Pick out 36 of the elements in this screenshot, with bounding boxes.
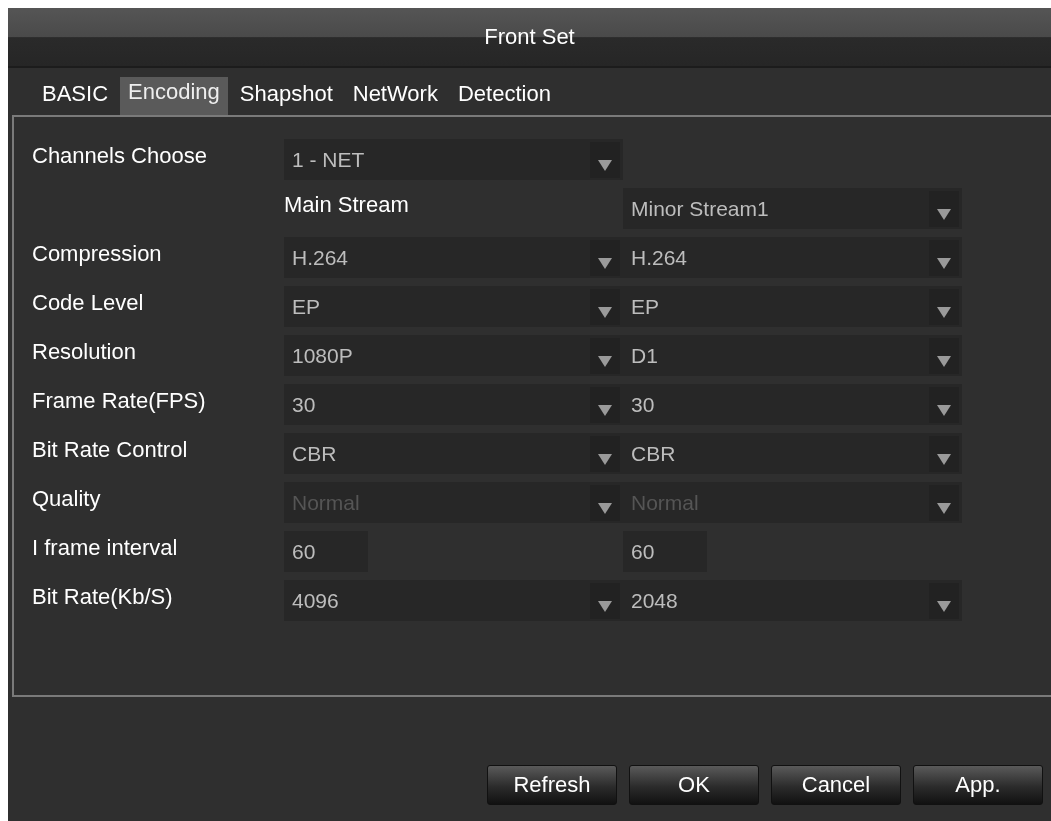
- dropdown[interactable]: CBR: [284, 433, 623, 474]
- dropdown[interactable]: CBR: [623, 433, 962, 474]
- dropdown[interactable]: H.264: [284, 237, 623, 278]
- dropdown[interactable]: 30: [284, 384, 623, 425]
- tab[interactable]: Shapshot: [231, 77, 341, 115]
- dialog-button[interactable]: Cancel: [771, 765, 901, 805]
- input-field[interactable]: 60: [623, 531, 707, 572]
- field-label: Quality: [32, 485, 102, 513]
- tab[interactable]: Detection: [449, 77, 559, 115]
- dialog-button[interactable]: App.: [913, 765, 1043, 805]
- field-label: Channels Choose: [32, 142, 208, 170]
- dropdown[interactable]: 2048: [623, 580, 962, 621]
- field-label: Compression: [32, 240, 163, 268]
- window-title: Front Set: [8, 8, 1051, 68]
- field-label: Frame Rate(FPS): [32, 387, 207, 415]
- column-heading: Main Stream: [284, 191, 410, 219]
- dialog-button[interactable]: Refresh: [487, 765, 617, 805]
- field-label: Bit Rate Control: [32, 436, 189, 464]
- dropdown[interactable]: 4096: [284, 580, 623, 621]
- tab[interactable]: NetWork: [344, 77, 446, 115]
- dropdown[interactable]: D1: [623, 335, 962, 376]
- dropdown[interactable]: H.264: [623, 237, 962, 278]
- tab[interactable]: BASIC: [34, 77, 117, 115]
- dropdown[interactable]: 30: [623, 384, 962, 425]
- input-field[interactable]: 60: [284, 531, 368, 572]
- dropdown[interactable]: 1080P: [284, 335, 623, 376]
- tab[interactable]: Encoding: [120, 77, 228, 115]
- field-label: Code Level: [32, 289, 145, 317]
- field-label: Bit Rate(Kb/S): [32, 583, 174, 611]
- dropdown[interactable]: Minor Stream1: [623, 188, 962, 229]
- field-label: Resolution: [32, 338, 137, 366]
- dropdown[interactable]: EP: [284, 286, 623, 327]
- dialog-button[interactable]: OK: [629, 765, 759, 805]
- dropdown[interactable]: 1 - NET: [284, 139, 623, 180]
- field-label: I frame interval: [32, 534, 179, 562]
- dropdown[interactable]: EP: [623, 286, 962, 327]
